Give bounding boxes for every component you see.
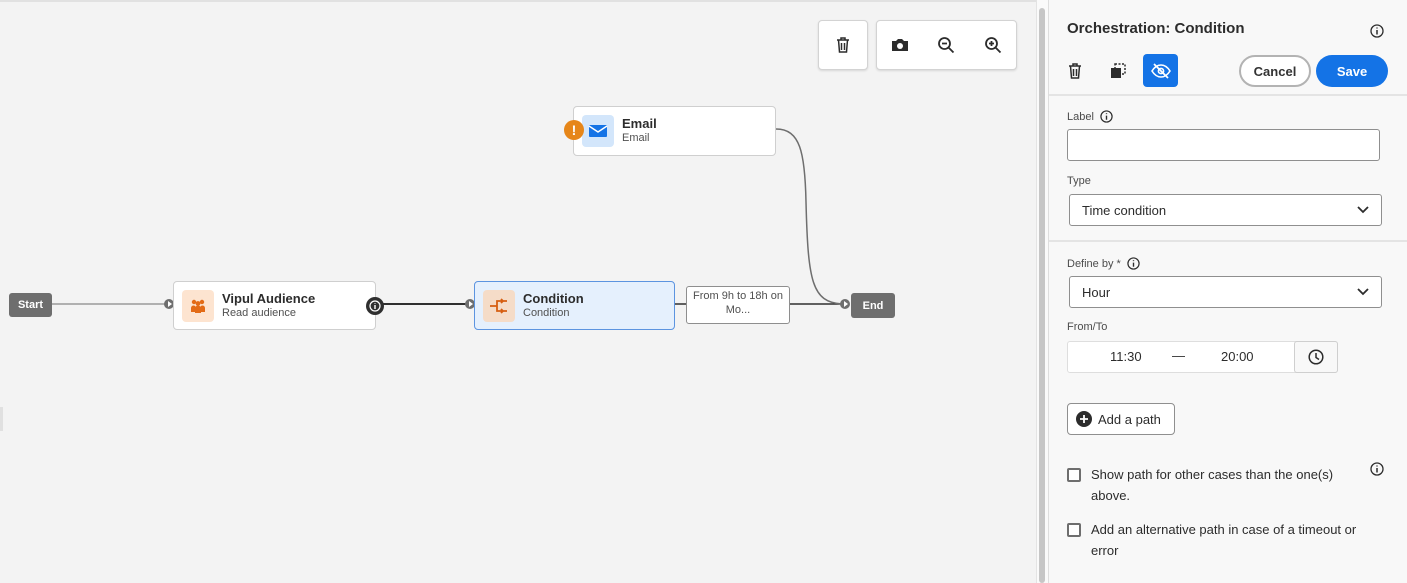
transition-label[interactable]: From 9h to 18h on Mo...: [686, 286, 790, 324]
alternative-path-option: Add an alternative path in case of a tim…: [1067, 519, 1367, 561]
condition-node[interactable]: Condition Condition: [474, 281, 675, 330]
chevron-down-icon: [1357, 288, 1369, 296]
link-email-end: [775, 128, 843, 305]
screenshot-button[interactable]: [885, 30, 915, 60]
define-by-value: Hour: [1082, 284, 1111, 300]
other-cases-checkbox[interactable]: [1067, 468, 1081, 482]
email-node-title: Email: [622, 116, 657, 131]
audience-node[interactable]: Vipul Audience Read audience: [173, 281, 376, 330]
chevron-down-icon: [1357, 206, 1369, 214]
other-cases-label-line1: Show path for other cases than the one(s…: [1091, 467, 1334, 482]
canvas-scrollbar-thumb[interactable]: [1039, 8, 1045, 583]
save-button[interactable]: Save: [1316, 55, 1388, 87]
zoom-out-button[interactable]: [931, 30, 961, 60]
panel-copy-button[interactable]: [1104, 57, 1132, 85]
email-node-subtitle: Email: [622, 132, 650, 145]
trash-icon: [837, 37, 849, 53]
other-cases-info-button[interactable]: [1363, 455, 1391, 483]
delete-button[interactable]: [828, 30, 858, 60]
alternative-path-checkbox[interactable]: [1067, 523, 1081, 537]
delete-toolbar: [818, 20, 868, 70]
add-path-label: Add a path: [1098, 411, 1161, 427]
warning-icon[interactable]: !: [564, 120, 584, 140]
time-separator: —: [1172, 348, 1185, 363]
label-field-label: Label: [1067, 110, 1113, 123]
from-to-text: From/To: [1067, 321, 1108, 333]
condition-node-subtitle: Condition: [523, 306, 570, 319]
zoom-in-icon: [984, 37, 1001, 54]
info-icon: [1370, 24, 1384, 38]
camera-icon: [892, 39, 909, 51]
to-time-input[interactable]: 20:00: [1221, 349, 1254, 364]
required-mark: *: [1116, 257, 1121, 270]
end-node[interactable]: End: [851, 293, 895, 318]
audience-node-subtitle: Read audience: [222, 306, 297, 319]
from-time-input[interactable]: 11:30: [1110, 349, 1142, 364]
properties-panel: Orchestration: Condition Cancel Save Lab…: [1048, 0, 1407, 583]
type-field-label: Type: [1067, 175, 1091, 187]
start-node[interactable]: Start: [9, 293, 52, 317]
panel-info-button[interactable]: [1363, 17, 1391, 45]
panel-delete-button[interactable]: [1061, 57, 1089, 85]
label-input[interactable]: [1067, 129, 1380, 161]
other-cases-option: Show path for other cases than the one(s…: [1067, 464, 1347, 506]
alternative-path-label-line2: error: [1091, 543, 1119, 558]
zoom-out-icon: [938, 37, 955, 54]
clock-icon: [1308, 349, 1324, 365]
start-node-label: Start: [17, 299, 44, 311]
define-by-select[interactable]: Hour: [1069, 276, 1382, 308]
warning-icon-glyph: !: [571, 122, 577, 138]
info-icon[interactable]: [1127, 257, 1140, 270]
view-toolbar: [876, 20, 1017, 70]
type-select[interactable]: Time condition: [1069, 194, 1382, 226]
type-field-text: Type: [1067, 175, 1091, 187]
label-field-text: Label: [1067, 110, 1094, 123]
end-node-label: End: [862, 299, 884, 312]
other-cases-label-line2: above.: [1091, 488, 1131, 503]
workflow-canvas[interactable]: Start Vipul Audience Read audience Condi…: [0, 0, 1036, 583]
copy-icon: [1111, 63, 1126, 78]
define-by-text: Define by: [1067, 257, 1114, 270]
zoom-in-button[interactable]: [978, 30, 1008, 60]
from-to-label: From/To: [1067, 321, 1107, 333]
trash-icon: [1069, 63, 1081, 79]
header-divider: [1049, 94, 1407, 96]
cancel-button[interactable]: Cancel: [1239, 55, 1311, 87]
condition-icon: [483, 289, 515, 322]
audience-node-title: Vipul Audience: [222, 290, 316, 306]
transition-label-line1: From 9h to 18h on: [693, 290, 783, 302]
canvas-edge-marker: [0, 407, 3, 431]
define-by-label: Define by *: [1067, 257, 1140, 270]
eye-off-icon: [1150, 62, 1171, 79]
panel-hide-button[interactable]: [1143, 54, 1178, 87]
audience-info-icon[interactable]: [366, 297, 384, 315]
add-circle-icon: [1076, 411, 1092, 427]
info-icon: [1370, 462, 1384, 476]
type-divider: [1049, 240, 1407, 242]
panel-title: Orchestration: Condition: [1067, 20, 1245, 37]
add-path-button[interactable]: Add a path: [1067, 403, 1175, 435]
transition-label-line2: Mo...: [725, 304, 751, 316]
type-select-value: Time condition: [1082, 202, 1167, 218]
email-node[interactable]: Email Email: [573, 106, 776, 156]
time-picker-button[interactable]: [1294, 341, 1338, 373]
alternative-path-label-line1: Add an alternative path in case of a tim…: [1091, 522, 1357, 537]
condition-node-title: Condition: [523, 290, 584, 306]
envelope-icon: [582, 115, 614, 147]
audience-icon: [182, 289, 214, 322]
end-input-port[interactable]: [840, 299, 850, 309]
info-icon[interactable]: [1100, 110, 1113, 123]
